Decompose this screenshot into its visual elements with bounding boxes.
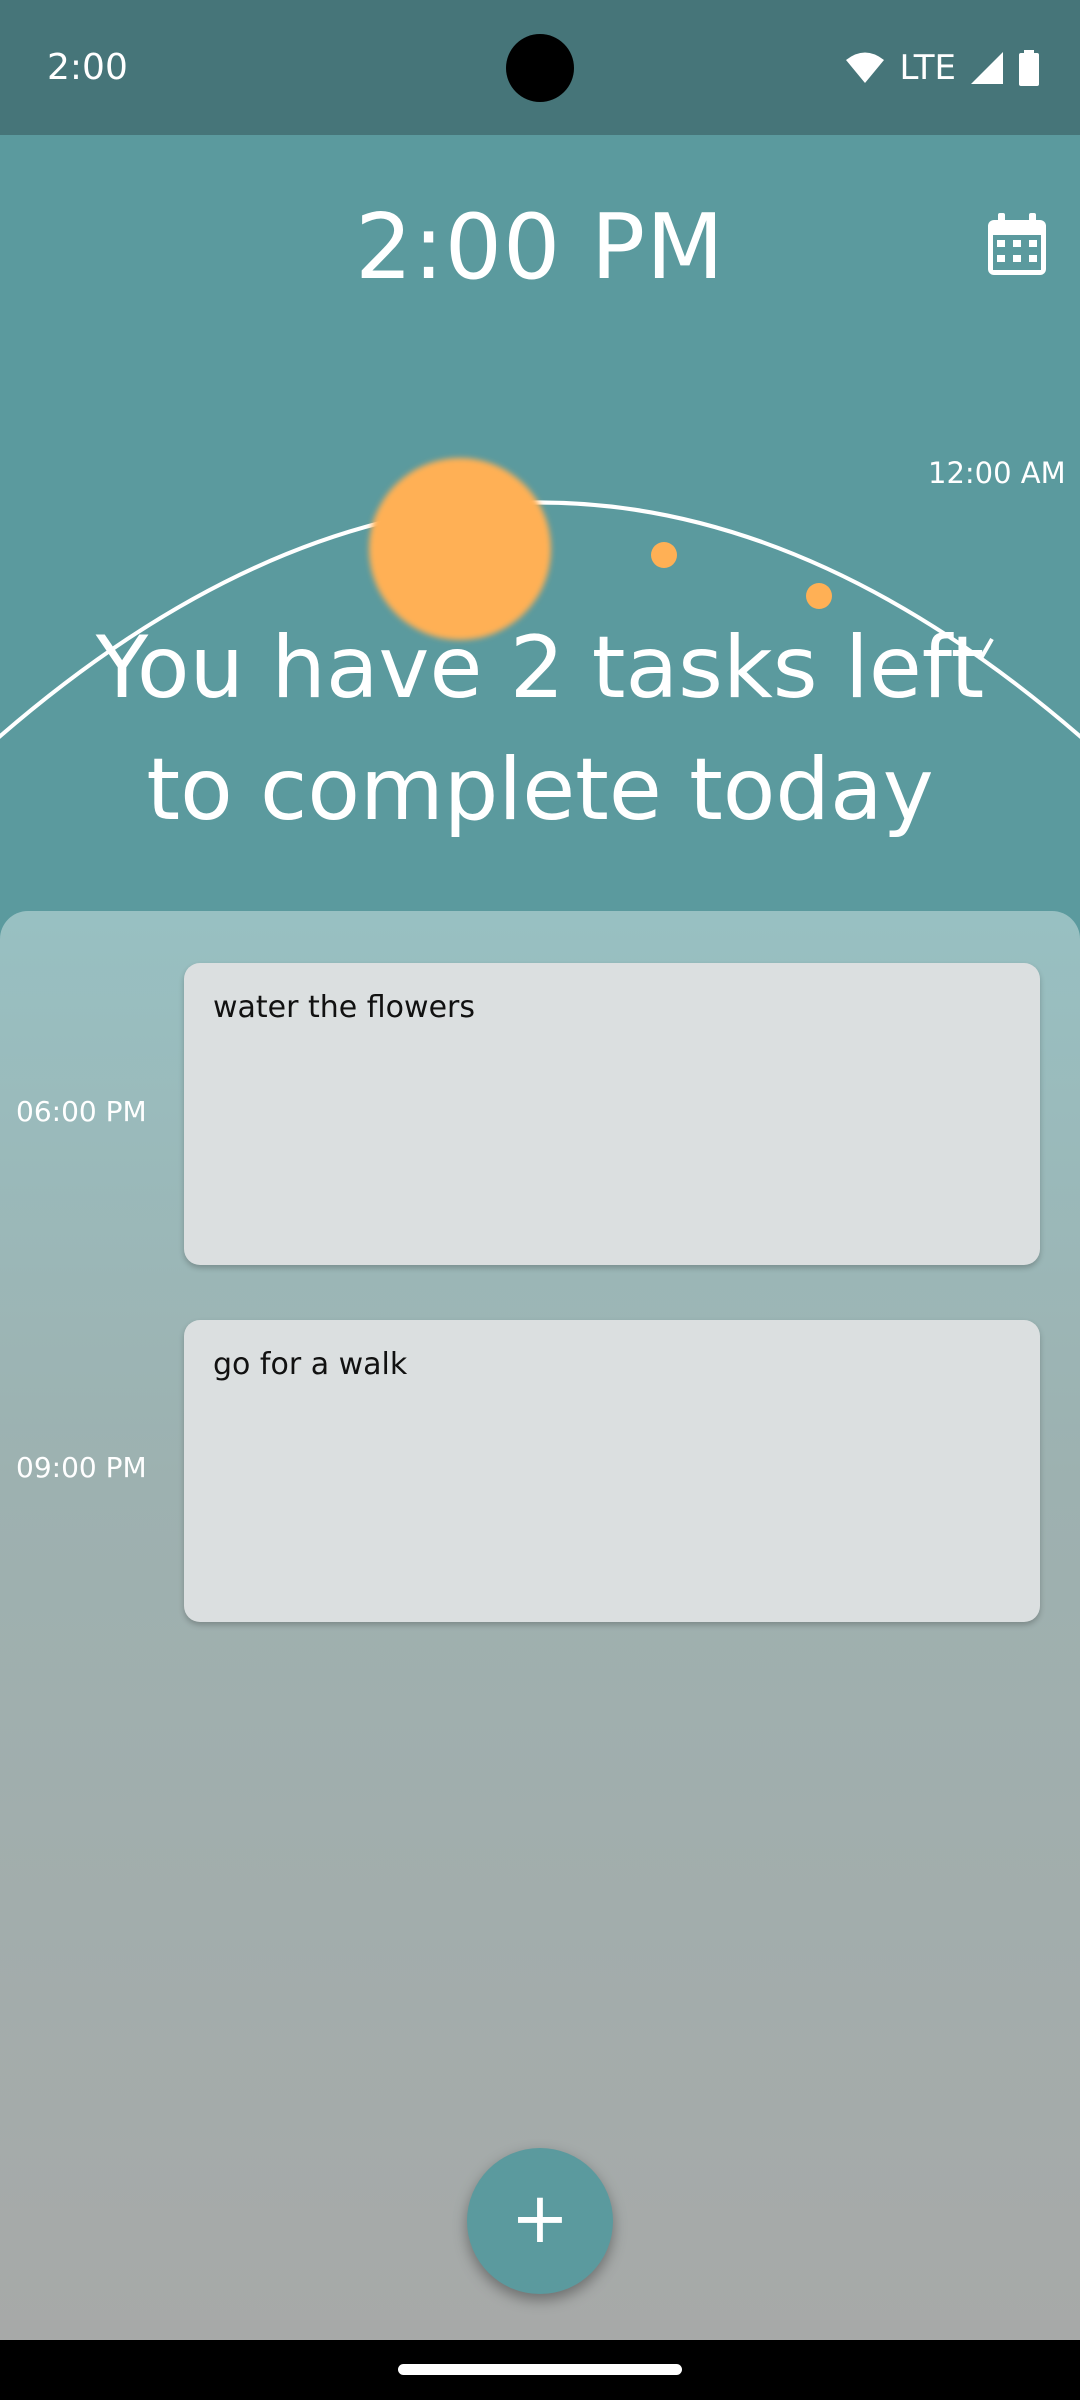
plus-icon: + [510, 2177, 570, 2259]
camera-cutout [506, 34, 574, 102]
task-time-label: 09:00 PM [16, 1451, 147, 1484]
status-bar: 2:00 LTE [0, 0, 1080, 135]
add-task-button[interactable]: + [467, 2148, 613, 2294]
header: 2:00 PM 12:00 AM You have 2 tasks left t… [0, 135, 1080, 935]
task-list-panel: 06:00 PM water the flowers 09:00 PM go f… [0, 911, 1080, 2340]
task-time-label: 06:00 PM [16, 1095, 147, 1128]
task-card[interactable]: water the flowers [184, 963, 1040, 1265]
tasks-left-headline: You have 2 tasks left to complete today [0, 607, 1080, 851]
headline-line-1: You have 2 tasks left [95, 618, 985, 718]
task-marker-1 [651, 542, 677, 568]
task-marker-2 [806, 583, 832, 609]
app-screen: 2:00 LTE 2:00 PM 12:00 AM You have 2 tas… [0, 0, 1080, 2400]
status-time: 2:00 [47, 47, 128, 88]
battery-icon [1019, 50, 1039, 86]
calendar-button[interactable] [984, 211, 1050, 277]
midnight-label: 12:00 AM [928, 456, 1066, 490]
network-type: LTE [899, 48, 956, 88]
navigation-bar [0, 2340, 1080, 2400]
status-icons: LTE [845, 44, 1040, 92]
wifi-icon [846, 52, 885, 83]
task-title: go for a walk [213, 1347, 408, 1382]
signal-icon [971, 52, 1003, 84]
home-gesture-handle[interactable] [398, 2364, 682, 2375]
task-title: water the flowers [213, 990, 475, 1025]
headline-line-2: to complete today [146, 740, 934, 840]
calendar-icon [988, 213, 1046, 275]
task-card[interactable]: go for a walk [184, 1320, 1040, 1622]
